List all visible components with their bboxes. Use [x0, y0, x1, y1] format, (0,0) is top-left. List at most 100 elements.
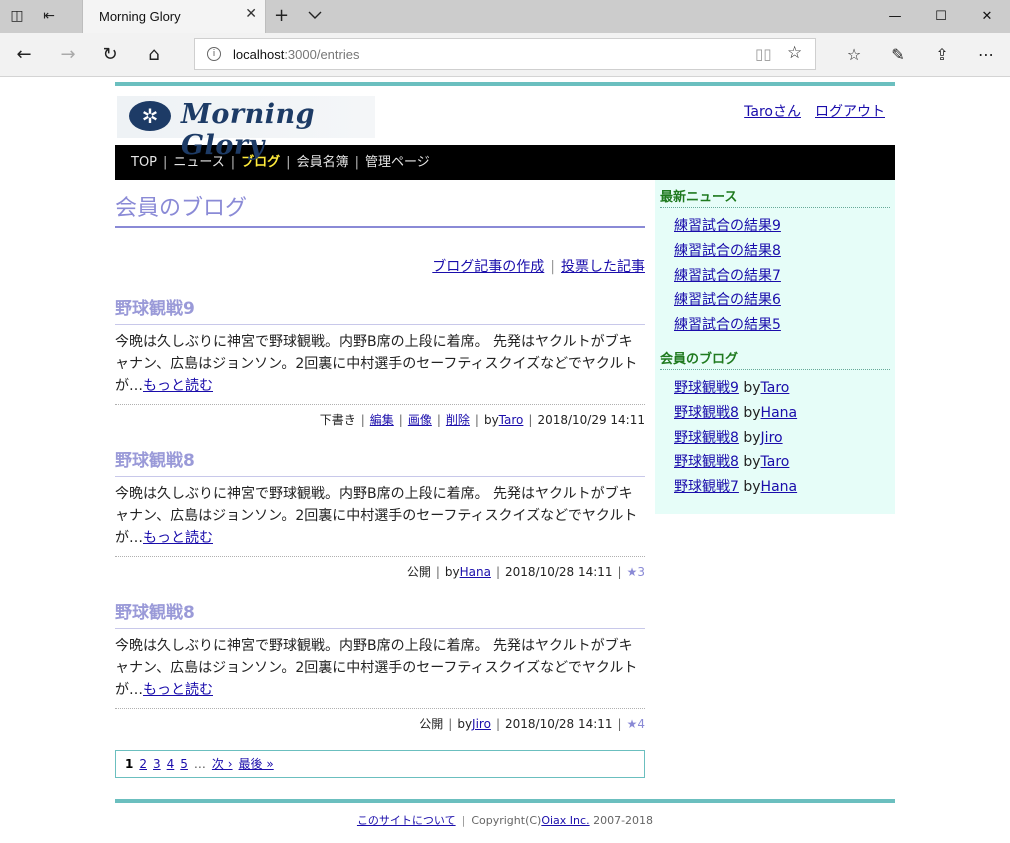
- author-link[interactable]: Hana: [460, 565, 491, 579]
- entry-date: 2018/10/28 14:11: [504, 565, 613, 579]
- site-logo[interactable]: Morning Glory: [117, 96, 375, 161]
- author-link[interactable]: Jiro: [472, 717, 491, 731]
- pager-gap: …: [193, 757, 206, 771]
- news-link[interactable]: 練習試合の結果7: [674, 268, 781, 284]
- entry-date: 2018/10/28 14:11: [504, 717, 613, 731]
- read-more-link[interactable]: もっと読む: [143, 682, 213, 698]
- logout-link[interactable]: ログアウト: [815, 104, 885, 120]
- close-window-button[interactable]: ✕: [964, 0, 1010, 33]
- by-label: by: [743, 429, 761, 446]
- page-link[interactable]: 4: [167, 757, 175, 771]
- set-aside-tabs-icon[interactable]: ⇤: [38, 6, 60, 26]
- list-item: 野球観戦8 byJiro: [674, 426, 890, 451]
- entry-status: 公開: [406, 565, 431, 579]
- author-link[interactable]: Taro: [499, 413, 524, 427]
- page-title: 会員のブログ: [115, 180, 645, 228]
- favorites-icon[interactable]: ☆: [840, 41, 868, 69]
- blog-actions: ブログ記事の作成 | 投票した記事: [432, 259, 645, 275]
- read-more-link[interactable]: もっと読む: [143, 378, 213, 394]
- author-link[interactable]: Jiro: [761, 430, 783, 446]
- entry-body: 今晩は久しぶりに神宮で野球観戦。内野B席の上段に着席。 先発はヤクルトがブキャナ…: [115, 635, 645, 709]
- blog-link[interactable]: 野球観戦7: [674, 479, 739, 495]
- next-page-link[interactable]: 次 ›: [212, 757, 233, 771]
- entry-title[interactable]: 野球観戦8: [115, 446, 645, 477]
- more-icon[interactable]: ⋯: [972, 41, 1000, 69]
- image-link[interactable]: 画像: [408, 413, 432, 427]
- news-link[interactable]: 練習試合の結果9: [674, 218, 781, 234]
- page-link[interactable]: 5: [180, 757, 188, 771]
- blog-link[interactable]: 野球観戦9: [674, 380, 739, 396]
- reading-view-icon[interactable]: ▯▯: [755, 45, 772, 63]
- entry-meta: 公開 | byHana | 2018/10/28 14:11 | ★3: [406, 565, 645, 579]
- list-item: 練習試合の結果5: [674, 313, 890, 338]
- by-label: by: [743, 479, 761, 496]
- list-item: 野球観戦8 byTaro: [674, 450, 890, 475]
- read-more-link[interactable]: もっと読む: [143, 530, 213, 546]
- pagination: 1 2 3 4 5 … 次 › 最後 »: [115, 750, 645, 778]
- by-label: by: [483, 413, 499, 427]
- logo-text: Morning Glory: [181, 99, 316, 161]
- favorite-star-icon[interactable]: ☆: [787, 43, 802, 63]
- create-entry-link[interactable]: ブログ記事の作成: [432, 259, 544, 275]
- maximize-button[interactable]: ☐: [918, 0, 964, 33]
- user-link[interactable]: Taroさん: [744, 104, 801, 120]
- tab-list-icon[interactable]: ◫: [6, 6, 28, 26]
- by-label: by: [743, 379, 761, 396]
- entry-status: 公開: [419, 717, 444, 731]
- close-tab-icon[interactable]: ✕: [245, 6, 257, 22]
- refresh-icon[interactable]: ↻: [96, 41, 124, 69]
- author-link[interactable]: Taro: [761, 380, 790, 396]
- url-input[interactable]: i localhost:3000/entries ▯▯ ☆: [194, 38, 816, 70]
- user-links: Taroさん ログアウト: [730, 101, 885, 121]
- blog-link[interactable]: 野球観戦8: [674, 430, 739, 446]
- pen-icon[interactable]: ✎: [884, 41, 912, 69]
- title-bar: ◫ ⇤ Morning Glory ✕ + — ☐ ✕: [0, 0, 1010, 33]
- voted-entries-link[interactable]: 投票した記事: [561, 259, 645, 275]
- blog-link[interactable]: 野球観戦8: [674, 454, 739, 470]
- by-label: by: [457, 717, 473, 731]
- news-link[interactable]: 練習試合の結果6: [674, 292, 781, 308]
- main-content: 会員のブログ ブログ記事の作成 | 投票した記事 野球観戦9 今晩は久しぶりに神宮で…: [115, 180, 645, 778]
- morning-glory-emblem-icon: [129, 101, 171, 131]
- url-host: localhost: [233, 47, 285, 62]
- list-item: 練習試合の結果9: [674, 214, 890, 239]
- blog-list: 野球観戦9 byTaro 野球観戦8 byHana 野球観戦8 byJiro 野…: [660, 376, 890, 500]
- author-link[interactable]: Hana: [761, 479, 798, 495]
- nav-top[interactable]: TOP: [131, 155, 157, 170]
- news-link[interactable]: 練習試合の結果5: [674, 317, 781, 333]
- new-tab-icon[interactable]: +: [274, 5, 289, 26]
- bottom-accent-line: [115, 799, 895, 803]
- page-link[interactable]: 3: [153, 757, 161, 771]
- share-icon[interactable]: ⇪: [928, 41, 956, 69]
- copyright-years: 2007-2018: [593, 814, 654, 827]
- author-link[interactable]: Taro: [761, 454, 790, 470]
- edit-link[interactable]: 編集: [370, 413, 394, 427]
- by-label: by: [444, 565, 460, 579]
- vote-stars: ★3: [626, 565, 645, 579]
- latest-news-heading: 最新ニュース: [660, 186, 890, 208]
- member-blogs-heading: 会員のブログ: [660, 348, 890, 370]
- entry-title[interactable]: 野球観戦8: [115, 598, 645, 629]
- blog-link[interactable]: 野球観戦8: [674, 405, 739, 421]
- browser-tab[interactable]: Morning Glory ✕: [82, 0, 266, 33]
- author-link[interactable]: Hana: [761, 405, 798, 421]
- entry-date: 2018/10/29 14:11: [537, 413, 645, 427]
- site-header: Morning Glory Taroさんログアウト: [115, 86, 895, 161]
- chevron-down-icon[interactable]: [308, 9, 322, 24]
- entry-title[interactable]: 野球観戦9: [115, 294, 645, 325]
- about-link[interactable]: このサイトについて: [357, 814, 456, 827]
- back-icon[interactable]: ←: [10, 41, 38, 69]
- list-item: 練習試合の結果7: [674, 264, 890, 289]
- delete-link[interactable]: 削除: [446, 413, 470, 427]
- list-item: 練習試合の結果8: [674, 239, 890, 264]
- entry-body: 今晩は久しぶりに神宮で野球観戦。内野B席の上段に着席。 先発はヤクルトがブキャナ…: [115, 483, 645, 557]
- news-link[interactable]: 練習試合の結果8: [674, 243, 781, 259]
- forward-icon[interactable]: →: [54, 41, 82, 69]
- page-link[interactable]: 2: [139, 757, 147, 771]
- home-icon[interactable]: ⌂: [140, 41, 168, 69]
- minimize-button[interactable]: —: [872, 0, 918, 33]
- info-icon[interactable]: i: [207, 47, 221, 61]
- company-link[interactable]: Oiax Inc.: [541, 814, 589, 827]
- current-page: 1: [125, 757, 134, 771]
- last-page-link[interactable]: 最後 »: [239, 757, 274, 771]
